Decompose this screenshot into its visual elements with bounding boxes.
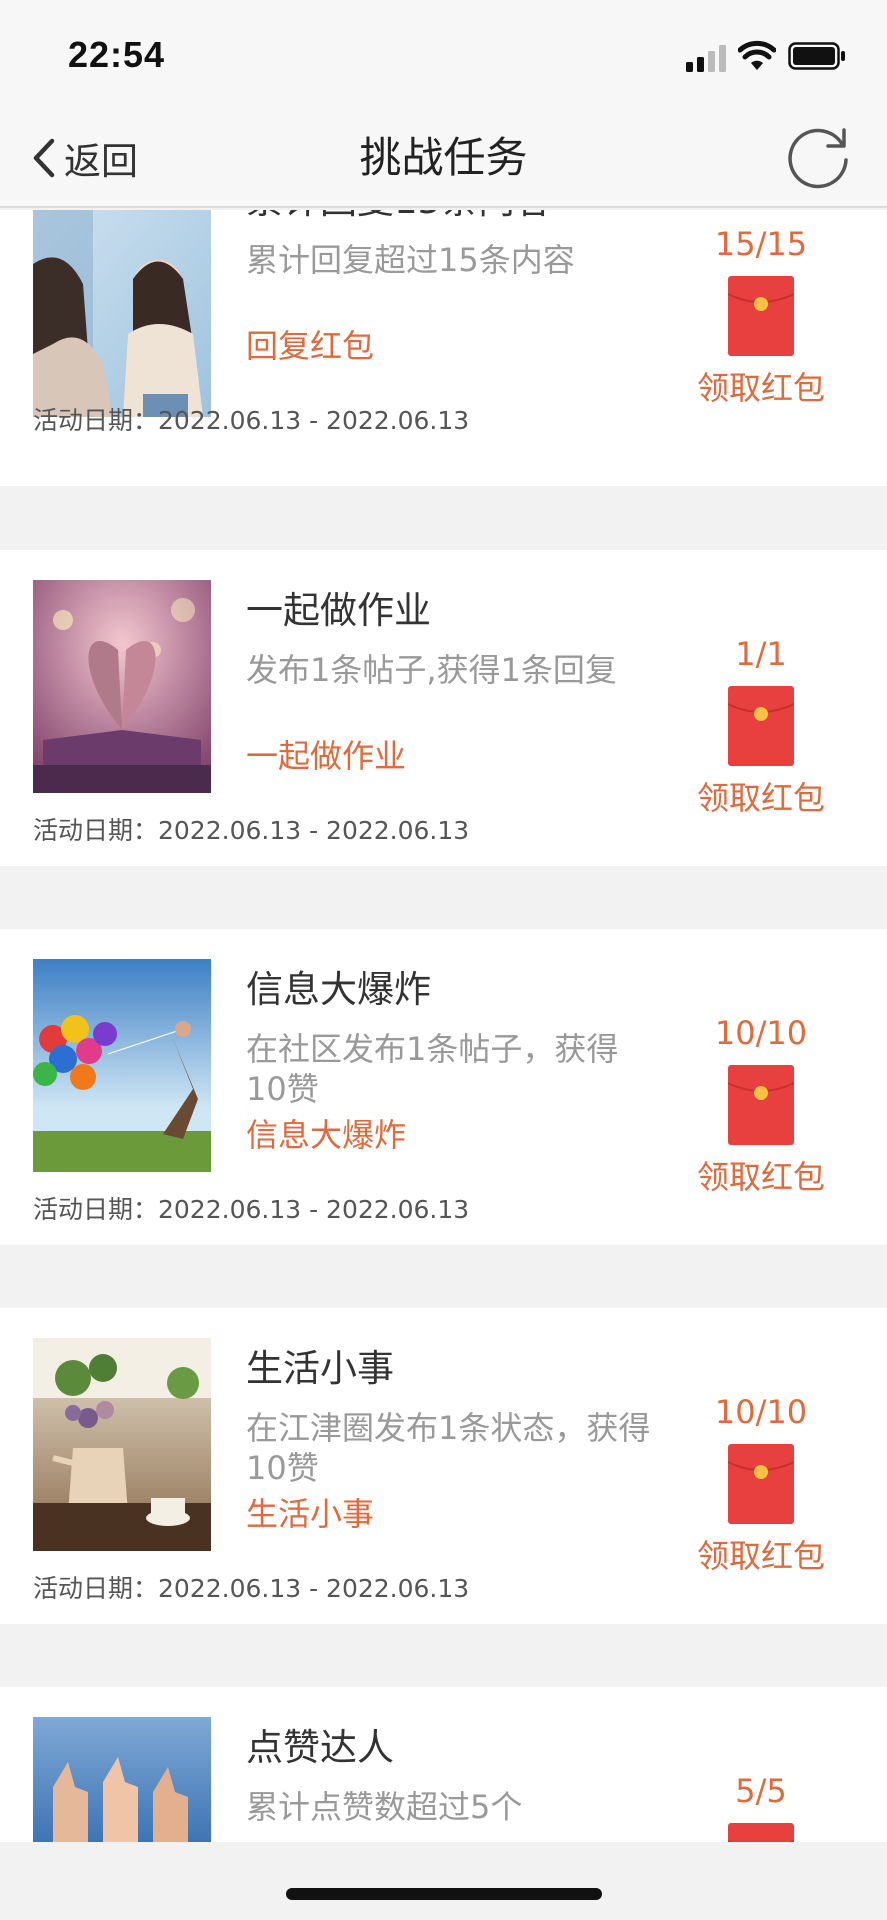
task-link[interactable]: 生活小事 — [246, 1494, 374, 1534]
red-envelope-icon[interactable] — [728, 686, 794, 766]
balloons-photo — [33, 959, 211, 1172]
book-heart-photo — [33, 580, 211, 793]
red-envelope-icon[interactable] — [728, 1444, 794, 1524]
task-description: 累计回复超过15条内容 — [246, 241, 575, 279]
task-thumbnail — [33, 1338, 211, 1551]
task-card[interactable]: 信息大爆炸 在社区发布1条帖子，获得10赞 信息大爆炸 活动日期：2022.06… — [0, 929, 887, 1245]
refresh-icon[interactable] — [784, 122, 852, 190]
task-progress: 10/10 — [714, 1393, 808, 1431]
page-title: 挑战任务 — [359, 133, 528, 182]
wifi-icon — [738, 40, 776, 70]
task-description: 累计点赞数超过5个 — [246, 1788, 523, 1826]
status-time: 22:54 — [68, 34, 166, 75]
task-date: 活动日期：2022.06.13 - 2022.06.13 — [33, 1195, 470, 1224]
red-envelope-icon[interactable] — [728, 1823, 794, 1842]
task-thumbnail — [33, 210, 211, 417]
claim-red-envelope-button[interactable]: 领取红包 — [680, 368, 842, 408]
task-thumbnail — [33, 580, 211, 793]
task-thumbnail — [33, 959, 211, 1172]
task-progress: 15/15 — [714, 225, 808, 263]
screen: 22:54 返回 挑战任务 累计回复超过15条内容 回复红包 活动日期：2022… — [0, 0, 887, 1920]
task-progress: 1/1 — [735, 635, 787, 673]
cellular-signal-icon — [686, 45, 726, 72]
status-bar: 22:54 — [0, 0, 887, 110]
thumbs-up-photo — [33, 1717, 211, 1842]
task-progress: 5/5 — [735, 1772, 787, 1810]
task-date: 活动日期：2022.06.13 - 2022.06.13 — [33, 406, 470, 435]
bottom-safe-area — [0, 1842, 887, 1920]
task-card[interactable]: 点赞达人 累计点赞数超过5个 5/5 — [0, 1687, 887, 1842]
flower-vase-photo — [33, 1338, 211, 1551]
task-title: 累计回复15条内容 — [246, 210, 552, 224]
task-link[interactable]: 回复红包 — [246, 326, 374, 366]
red-envelope-icon[interactable] — [728, 276, 794, 356]
task-description: 发布1条帖子,获得1条回复 — [246, 651, 617, 689]
task-date: 活动日期：2022.06.13 - 2022.06.13 — [33, 1574, 470, 1603]
battery-icon — [788, 42, 845, 70]
task-card[interactable]: 累计回复15条内容 累计回复超过15条内容 回复红包 活动日期：2022.06.… — [0, 210, 887, 486]
two-women-photo — [33, 210, 211, 417]
task-thumbnail — [33, 1717, 211, 1842]
task-title: 点赞达人 — [246, 1726, 394, 1769]
task-title: 一起做作业 — [246, 589, 431, 632]
claim-red-envelope-button[interactable]: 领取红包 — [680, 1536, 842, 1576]
task-card[interactable]: 生活小事 在江津圈发布1条状态，获得10赞 生活小事 活动日期：2022.06.… — [0, 1308, 887, 1624]
task-date: 活动日期：2022.06.13 - 2022.06.13 — [33, 816, 470, 845]
claim-red-envelope-button[interactable]: 领取红包 — [680, 778, 842, 818]
task-list[interactable]: 累计回复15条内容 累计回复超过15条内容 回复红包 活动日期：2022.06.… — [0, 210, 887, 1842]
task-title: 信息大爆炸 — [246, 968, 431, 1011]
task-description: 在江津圈发布1条状态，获得10赞 — [246, 1409, 651, 1487]
navigation-bar: 返回 挑战任务 — [0, 110, 887, 208]
task-title: 生活小事 — [246, 1347, 394, 1390]
home-indicator[interactable] — [286, 1888, 602, 1900]
red-envelope-icon[interactable] — [728, 1065, 794, 1145]
claim-red-envelope-button[interactable]: 领取红包 — [680, 1157, 842, 1197]
task-description: 在社区发布1条帖子，获得10赞 — [246, 1030, 619, 1108]
task-card[interactable]: 一起做作业 发布1条帖子,获得1条回复 一起做作业 活动日期：2022.06.1… — [0, 550, 887, 866]
task-link[interactable]: 一起做作业 — [246, 736, 406, 776]
task-progress: 10/10 — [714, 1014, 808, 1052]
task-link[interactable]: 信息大爆炸 — [246, 1115, 406, 1155]
